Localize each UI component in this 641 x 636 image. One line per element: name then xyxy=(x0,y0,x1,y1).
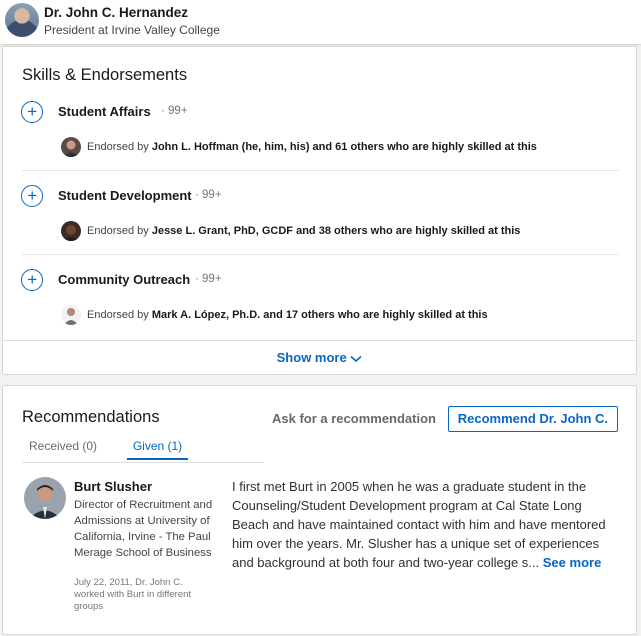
recommendee-name[interactable]: Burt Slusher xyxy=(74,479,152,494)
endorse-plus-icon[interactable]: + xyxy=(21,101,43,123)
endorse-plus-icon[interactable]: + xyxy=(21,269,43,291)
recommendation-meta: July 22, 2011, Dr. John C. worked with B… xyxy=(74,577,192,612)
profile-name[interactable]: Dr. John C. Hernandez xyxy=(44,5,188,20)
see-more-link[interactable]: See more xyxy=(543,555,602,570)
skill-item: + Student Development · 99+ Endorsed by … xyxy=(3,185,636,269)
endorsement-text: Endorsed by Mark A. López, Ph.D. and 17 … xyxy=(87,309,488,321)
recommendee-title: Director of Recruitment and Admissions a… xyxy=(74,499,213,559)
chevron-down-icon xyxy=(350,350,362,365)
skill-item: + Student Affairs · 99+ Endorsed by John… xyxy=(3,101,636,185)
endorser-avatar[interactable] xyxy=(61,305,81,325)
endorser-link[interactable]: Mark A. López, Ph.D. and 17 others who a… xyxy=(152,309,488,321)
show-more-label: Show more xyxy=(276,350,347,365)
profile-headline: President at Irvine Valley College xyxy=(44,23,220,37)
recommendations-card: Recommendations Ask for a recommendation… xyxy=(2,385,637,635)
profile-sticky-header: Dr. John C. Hernandez President at Irvin… xyxy=(0,0,641,45)
skill-count: · 99+ xyxy=(161,105,188,117)
endorse-plus-icon[interactable]: + xyxy=(21,185,43,207)
recommendation-text: I first met Burt in 2005 when he was a g… xyxy=(232,479,606,570)
skill-count: · 99+ xyxy=(195,189,222,201)
skills-endorsements-card: Skills & Endorsements + Student Affairs … xyxy=(2,46,637,375)
skill-name[interactable]: Community Outreach xyxy=(58,272,190,287)
skill-name[interactable]: Student Affairs xyxy=(58,104,151,119)
profile-avatar[interactable] xyxy=(5,3,39,37)
skills-section-title: Skills & Endorsements xyxy=(22,66,188,84)
recommendations-title: Recommendations xyxy=(22,408,160,426)
endorser-avatar[interactable] xyxy=(61,221,81,241)
skill-name[interactable]: Student Development xyxy=(58,188,192,203)
recommend-button[interactable]: Recommend Dr. John C. xyxy=(447,406,618,432)
endorser-link[interactable]: John L. Hoffman (he, him, his) and 61 ot… xyxy=(152,141,537,153)
divider xyxy=(22,170,619,171)
endorsement-text: Endorsed by Jesse L. Grant, PhD, GCDF an… xyxy=(87,225,521,237)
show-more-button[interactable]: Show more xyxy=(3,340,636,374)
endorser-avatar[interactable] xyxy=(61,137,81,157)
endorsement-text: Endorsed by John L. Hoffman (he, him, hi… xyxy=(87,141,537,153)
tab-given[interactable]: Given (1) xyxy=(127,438,188,460)
divider xyxy=(22,254,619,255)
skill-count: · 99+ xyxy=(195,273,222,285)
recommendation-tabs: Received (0) Given (1) xyxy=(22,438,264,463)
endorser-link[interactable]: Jesse L. Grant, PhD, GCDF and 38 others … xyxy=(152,225,521,237)
ask-recommendation-link[interactable]: Ask for a recommendation xyxy=(272,411,436,426)
recommendee-avatar[interactable] xyxy=(24,477,66,519)
tab-received[interactable]: Received (0) xyxy=(29,438,97,461)
